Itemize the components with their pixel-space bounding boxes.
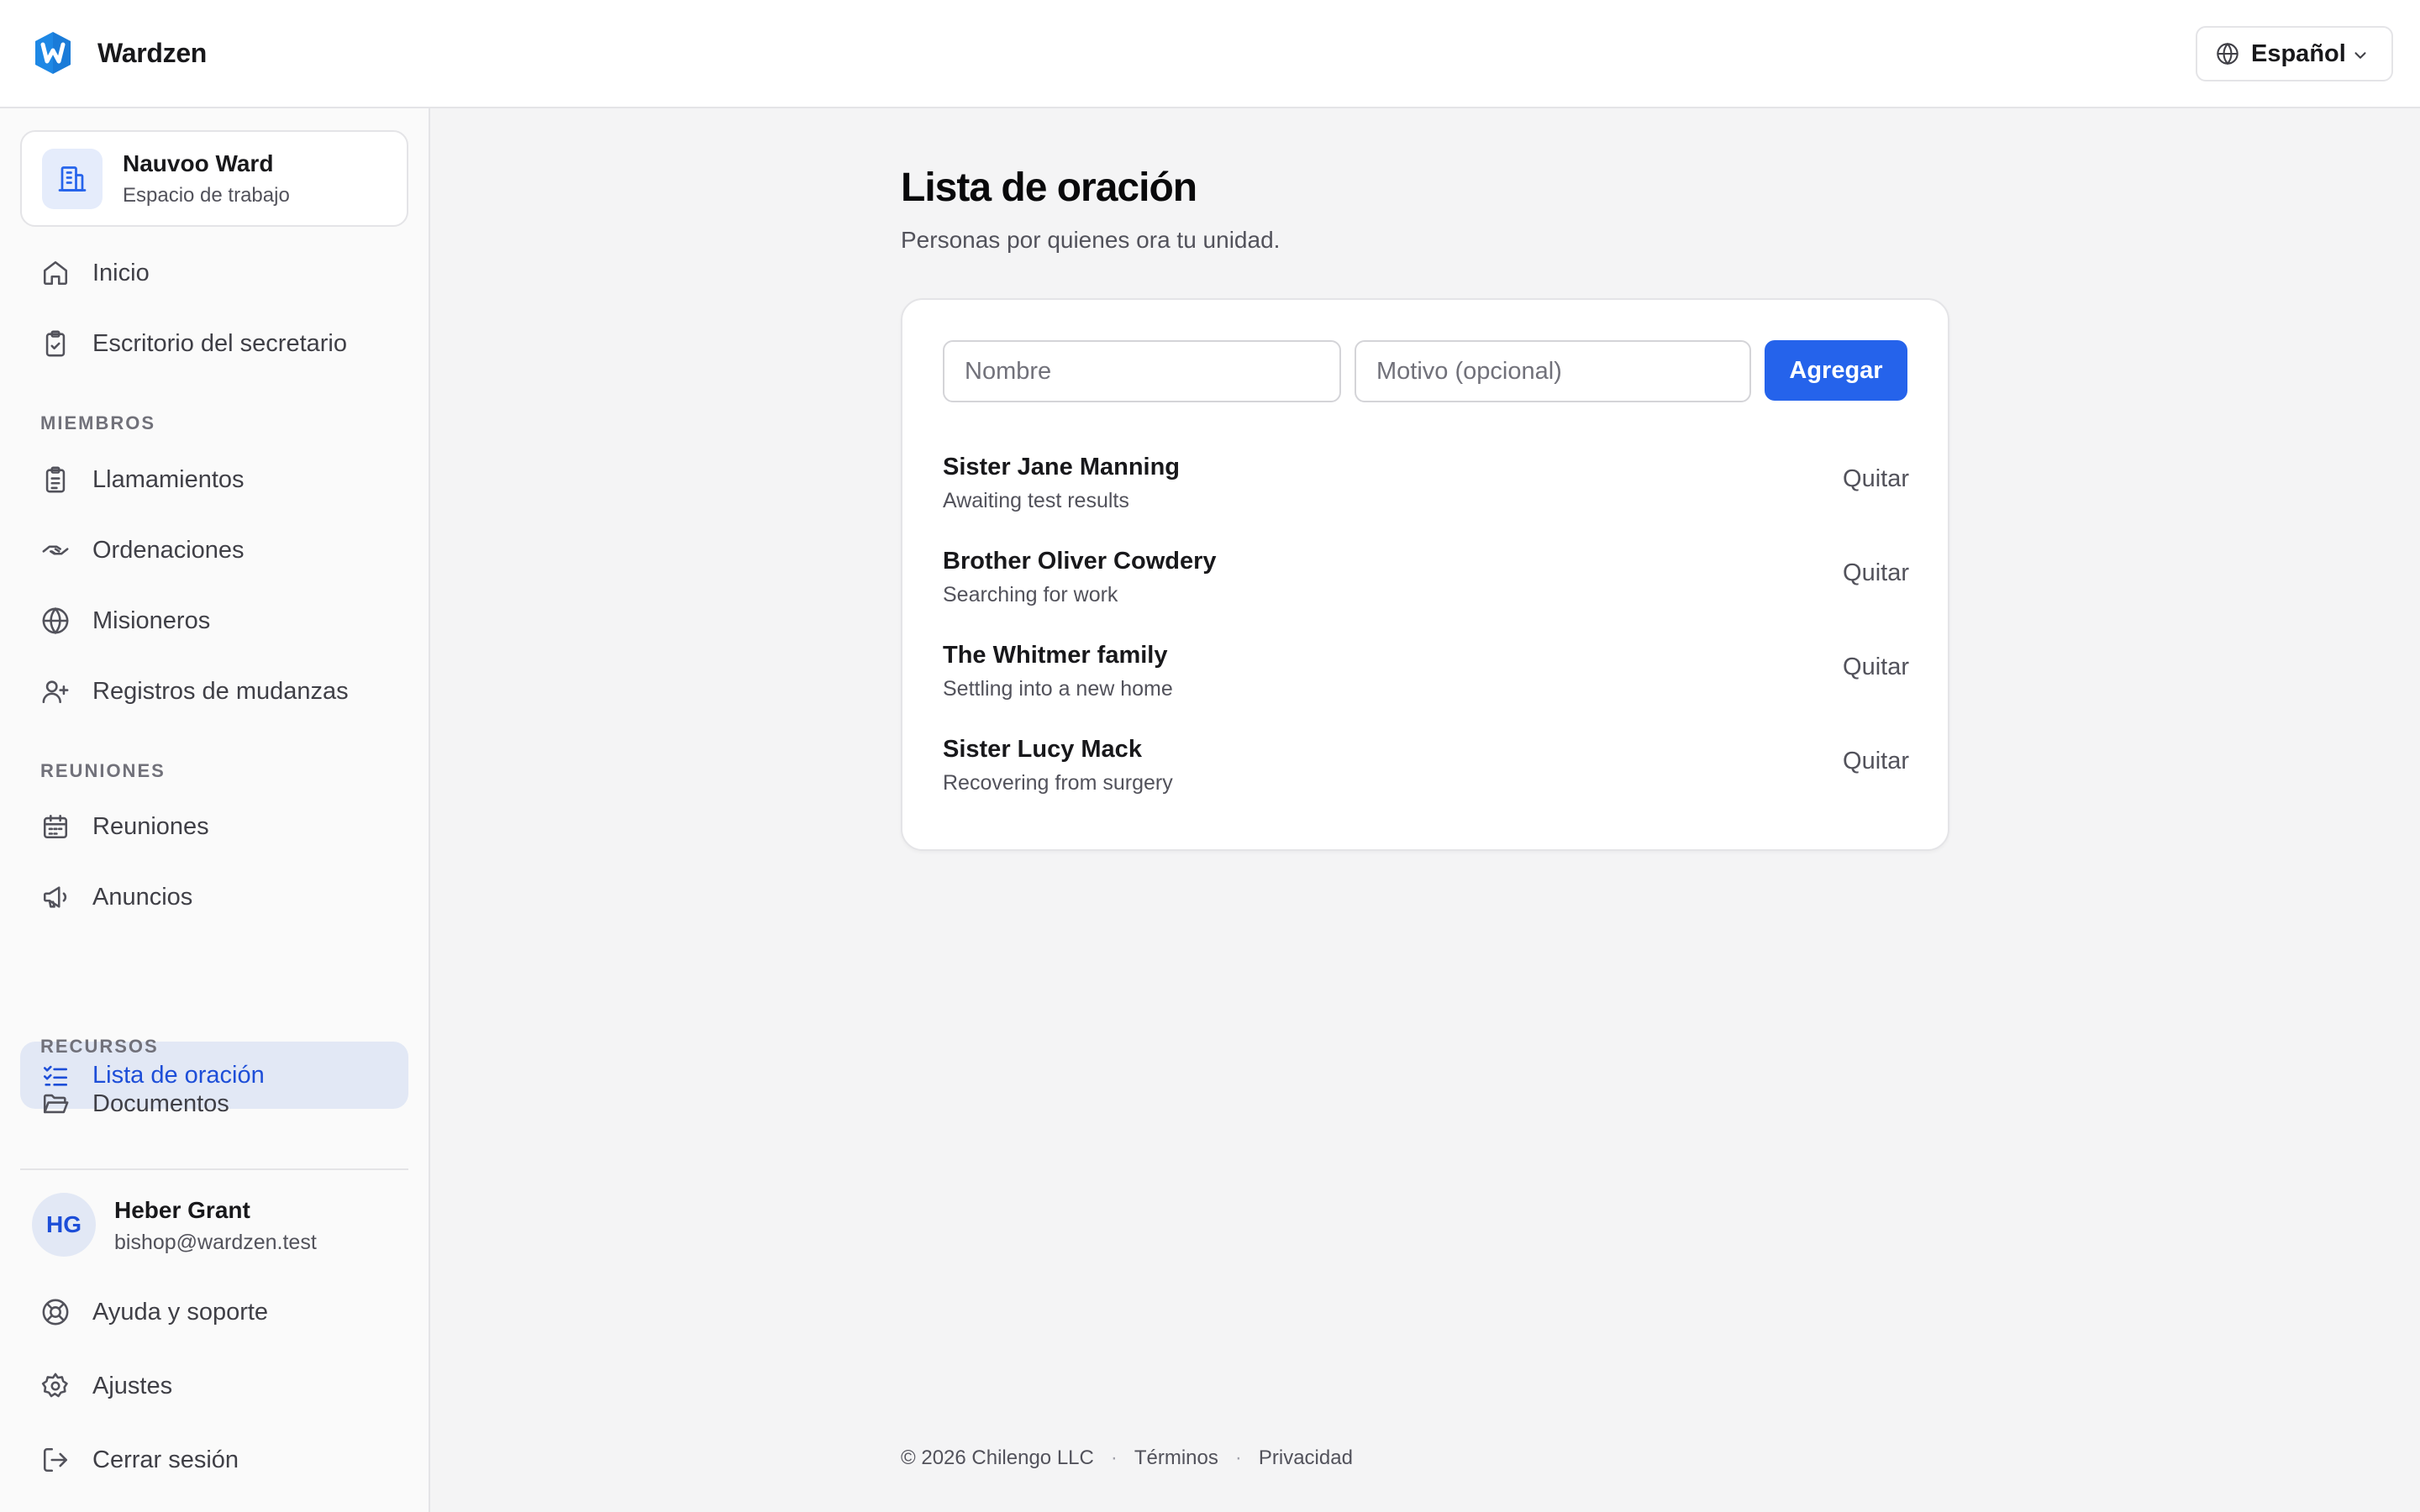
copyright-text: © 2026 Chilengo LLC	[901, 1446, 1094, 1469]
clipboard-check-icon	[40, 328, 71, 359]
sidebar-item-label: Cerrar sesión	[92, 1446, 239, 1473]
log-out-icon	[40, 1445, 71, 1475]
user-profile[interactable]: HG Heber Grant bishop@wardzen.test	[20, 1192, 408, 1264]
list-item: Sister Jane Manning Awaiting test result…	[943, 454, 1909, 529]
sidebar-item-label: Misioneros	[92, 606, 211, 634]
user-plus-icon	[40, 676, 71, 706]
footer-separator: ·	[1234, 1446, 1242, 1469]
sidebar-item-label: Documentos	[92, 1089, 229, 1117]
workspace-title: Nauvoo Ward	[123, 150, 274, 176]
sidebar-item-label: Ajustes	[92, 1372, 173, 1399]
sidebar-item-ordenaciones[interactable]: Ordenaciones	[20, 517, 408, 584]
section-heading-recursos: RECURSOS	[40, 1036, 159, 1057]
remove-button[interactable]: Quitar	[1843, 465, 1909, 493]
entry-reason: Awaiting test results	[943, 489, 1129, 512]
workspace-subtitle: Espacio de trabajo	[123, 184, 290, 207]
gear-icon	[40, 1371, 71, 1401]
add-button[interactable]: Agregar	[1765, 340, 1907, 401]
language-selector[interactable]: Español	[2196, 26, 2393, 81]
chevron-down-icon	[2354, 52, 2366, 59]
privacy-link[interactable]: Privacidad	[1259, 1446, 1353, 1470]
sidebar-item-cerrar-sesion[interactable]: Cerrar sesión	[20, 1426, 408, 1494]
remove-button[interactable]: Quitar	[1843, 654, 1909, 681]
brand-name: Wardzen	[97, 37, 208, 68]
reason-input[interactable]	[1355, 340, 1751, 402]
sidebar-item-misioneros[interactable]: Misioneros	[20, 587, 408, 654]
top-bar: Wardzen Español	[0, 0, 2420, 108]
sidebar-item-inicio[interactable]: Inicio	[20, 239, 408, 307]
list-item: The Whitmer family Settling into a new h…	[943, 642, 1909, 717]
list-item: Sister Lucy Mack Recovering from surgery…	[943, 736, 1909, 811]
footer: © 2026 Chilengo LLC · Términos · Privaci…	[901, 1446, 1353, 1470]
sidebar-item-label: Registros de mudanzas	[92, 677, 349, 705]
globe-icon	[40, 606, 71, 636]
language-label: Español	[2251, 39, 2346, 67]
prayer-list-card: Agregar Sister Jane Manning Awaiting tes…	[901, 298, 1949, 851]
handshake-icon	[40, 535, 71, 565]
folder-open-icon	[40, 1089, 71, 1119]
sidebar-item-label: Anuncios	[92, 883, 193, 911]
sidebar-item-label: Escritorio del secretario	[92, 329, 347, 357]
terms-link[interactable]: Términos	[1134, 1446, 1218, 1470]
sidebar-item-documentos[interactable]: Documentos	[20, 1070, 408, 1137]
brand[interactable]: Wardzen	[32, 30, 207, 76]
megaphone-icon	[40, 882, 71, 912]
sidebar-item-anuncios[interactable]: Anuncios	[20, 864, 408, 931]
user-name: Heber Grant	[114, 1197, 250, 1223]
list-item: Brother Oliver Cowdery Searching for wor…	[943, 548, 1909, 623]
sidebar-item-label: Ayuda y soporte	[92, 1298, 269, 1326]
footer-separator: ·	[1110, 1446, 1118, 1469]
wardzen-logo-icon	[35, 32, 71, 74]
sidebar-item-label: Llamamientos	[92, 465, 245, 493]
workspace-switcher[interactable]: Nauvoo Ward Espacio de trabajo	[20, 130, 408, 227]
home-icon	[40, 258, 71, 288]
avatar: HG	[32, 1193, 96, 1257]
building-icon	[42, 149, 103, 209]
sidebar-item-label: Reuniones	[92, 812, 209, 840]
entry-name: Brother Oliver Cowdery	[943, 548, 1217, 575]
life-buoy-icon	[40, 1297, 71, 1327]
entry-reason: Searching for work	[943, 583, 1118, 606]
sidebar-item-ajustes[interactable]: Ajustes	[20, 1352, 408, 1420]
section-heading-miembros: MIEMBROS	[40, 412, 155, 433]
user-email: bishop@wardzen.test	[114, 1231, 317, 1254]
remove-button[interactable]: Quitar	[1843, 748, 1909, 775]
entry-name: The Whitmer family	[943, 642, 1168, 669]
sidebar-item-escritorio-del-secretario[interactable]: Escritorio del secretario	[20, 310, 408, 377]
sidebar-item-label: Ordenaciones	[92, 536, 245, 564]
name-input[interactable]	[943, 340, 1341, 402]
entry-reason: Recovering from surgery	[943, 771, 1173, 795]
sidebar-item-registros-de-mudanzas[interactable]: Registros de mudanzas	[20, 658, 408, 725]
remove-button[interactable]: Quitar	[1843, 559, 1909, 587]
entry-name: Sister Lucy Mack	[943, 736, 1142, 763]
entry-reason: Settling into a new home	[943, 677, 1173, 701]
sidebar-item-reuniones[interactable]: Reuniones	[20, 793, 408, 860]
page-subtitle: Personas por quienes ora tu unidad.	[901, 227, 1281, 253]
clipboard-list-icon	[40, 465, 71, 495]
sidebar-item-label: Inicio	[92, 259, 150, 286]
globe-icon	[2217, 42, 2238, 66]
sidebar-item-ayuda-y-soporte[interactable]: Ayuda y soporte	[20, 1278, 408, 1346]
calendar-icon	[40, 811, 71, 842]
sidebar: Nauvoo Ward Espacio de trabajo Inicio Es…	[0, 108, 430, 1512]
sidebar-item-llamamientos[interactable]: Llamamientos	[20, 446, 408, 513]
sidebar-divider	[20, 1168, 408, 1170]
entry-name: Sister Jane Manning	[943, 454, 1181, 480]
page-title: Lista de oración	[901, 165, 1197, 210]
section-heading-reuniones: REUNIONES	[40, 760, 166, 781]
